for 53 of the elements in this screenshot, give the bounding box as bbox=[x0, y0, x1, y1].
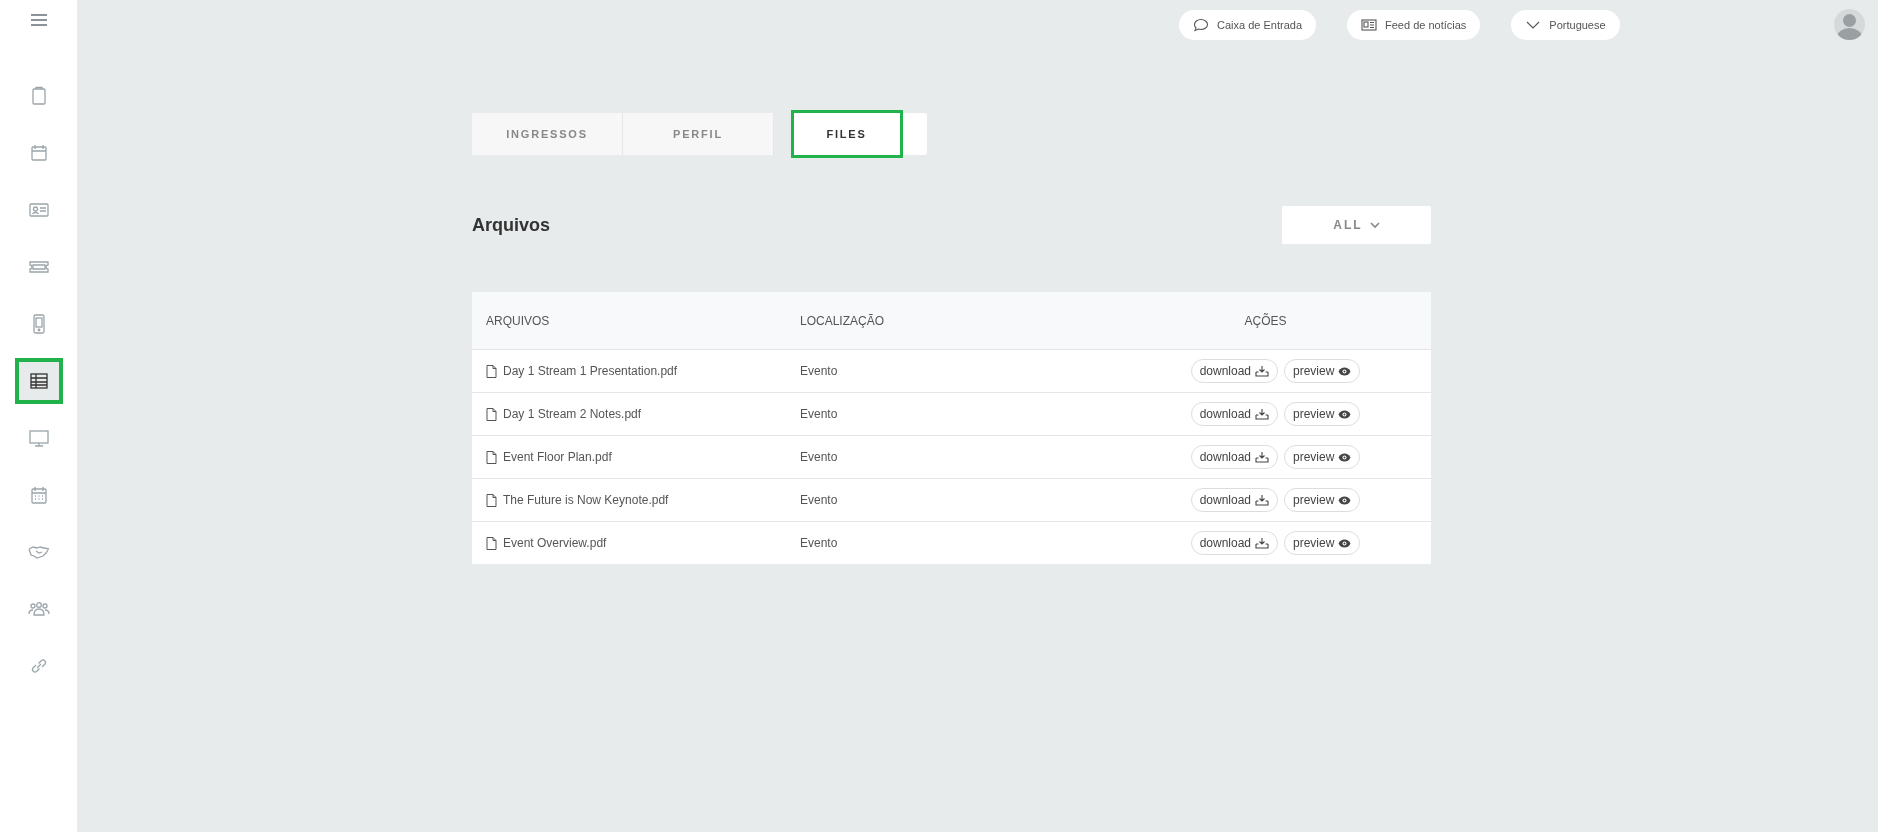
download-button[interactable]: download bbox=[1190, 531, 1278, 555]
file-name: Event Overview.pdf bbox=[503, 536, 607, 550]
column-header: LOCALIZAÇÃO bbox=[800, 313, 886, 328]
eye-icon bbox=[1338, 452, 1352, 462]
eye-icon bbox=[1338, 409, 1352, 419]
preview-button[interactable]: preview bbox=[1284, 488, 1361, 512]
document-icon bbox=[486, 407, 497, 421]
header-button[interactable]: Portuguese bbox=[1511, 9, 1620, 40]
table-cell-text: Evento bbox=[800, 493, 839, 507]
download-icon bbox=[1255, 494, 1269, 506]
menu-icon bbox=[29, 13, 48, 27]
column-header: ARQUIVOS bbox=[485, 313, 551, 328]
table-cell-text: Evento bbox=[800, 364, 839, 378]
speech-bubble-icon bbox=[1193, 17, 1209, 32]
header-button[interactable]: Caixa de Entrada bbox=[1179, 9, 1316, 40]
filter-dropdown[interactable]: ALL bbox=[1282, 206, 1431, 244]
monitor-icon bbox=[27, 427, 50, 449]
preview-button[interactable]: preview bbox=[1284, 445, 1361, 469]
download-button[interactable]: download bbox=[1190, 402, 1278, 426]
column-header: AÇÕES bbox=[1243, 313, 1288, 328]
eye-icon bbox=[1338, 538, 1352, 548]
preview-button[interactable]: preview bbox=[1284, 359, 1361, 383]
menu-button[interactable] bbox=[28, 12, 49, 28]
preview-button[interactable]: preview bbox=[1284, 531, 1361, 555]
avatar-icon[interactable] bbox=[1834, 9, 1865, 40]
download-icon bbox=[1255, 365, 1269, 377]
preview-button[interactable]: preview bbox=[1284, 402, 1361, 426]
section-title: Arquivos bbox=[472, 214, 550, 236]
download-button[interactable]: download bbox=[1190, 445, 1278, 469]
download-icon bbox=[1255, 451, 1269, 463]
file-name: Day 1 Stream 2 Notes.pdf bbox=[503, 407, 642, 421]
table-icon bbox=[27, 370, 50, 392]
file-name: Event Floor Plan.pdf bbox=[503, 450, 612, 464]
table-cell-text: Evento bbox=[800, 450, 839, 464]
document-icon bbox=[486, 450, 497, 464]
document-icon bbox=[486, 364, 497, 378]
table-cell-text: Evento bbox=[800, 407, 839, 421]
eye-icon bbox=[1338, 366, 1352, 376]
download-button[interactable]: download bbox=[1190, 359, 1278, 383]
download-button[interactable]: download bbox=[1190, 488, 1278, 512]
chevron-down-icon bbox=[1369, 221, 1380, 229]
download-icon bbox=[1255, 537, 1269, 549]
newspaper-icon bbox=[1361, 17, 1377, 32]
table-cell-text: Evento bbox=[800, 536, 839, 550]
document-icon bbox=[486, 536, 497, 550]
document-icon bbox=[486, 493, 497, 507]
header-button[interactable]: Feed de notícias bbox=[1347, 9, 1481, 40]
eye-icon bbox=[1338, 495, 1352, 505]
file-name: The Future is Now Keynote.pdf bbox=[503, 493, 669, 507]
tab[interactable]: FILES bbox=[791, 110, 903, 158]
download-icon bbox=[1255, 408, 1269, 420]
file-name: Day 1 Stream 1 Presentation.pdf bbox=[503, 364, 678, 378]
tab-bar-background bbox=[903, 113, 927, 155]
